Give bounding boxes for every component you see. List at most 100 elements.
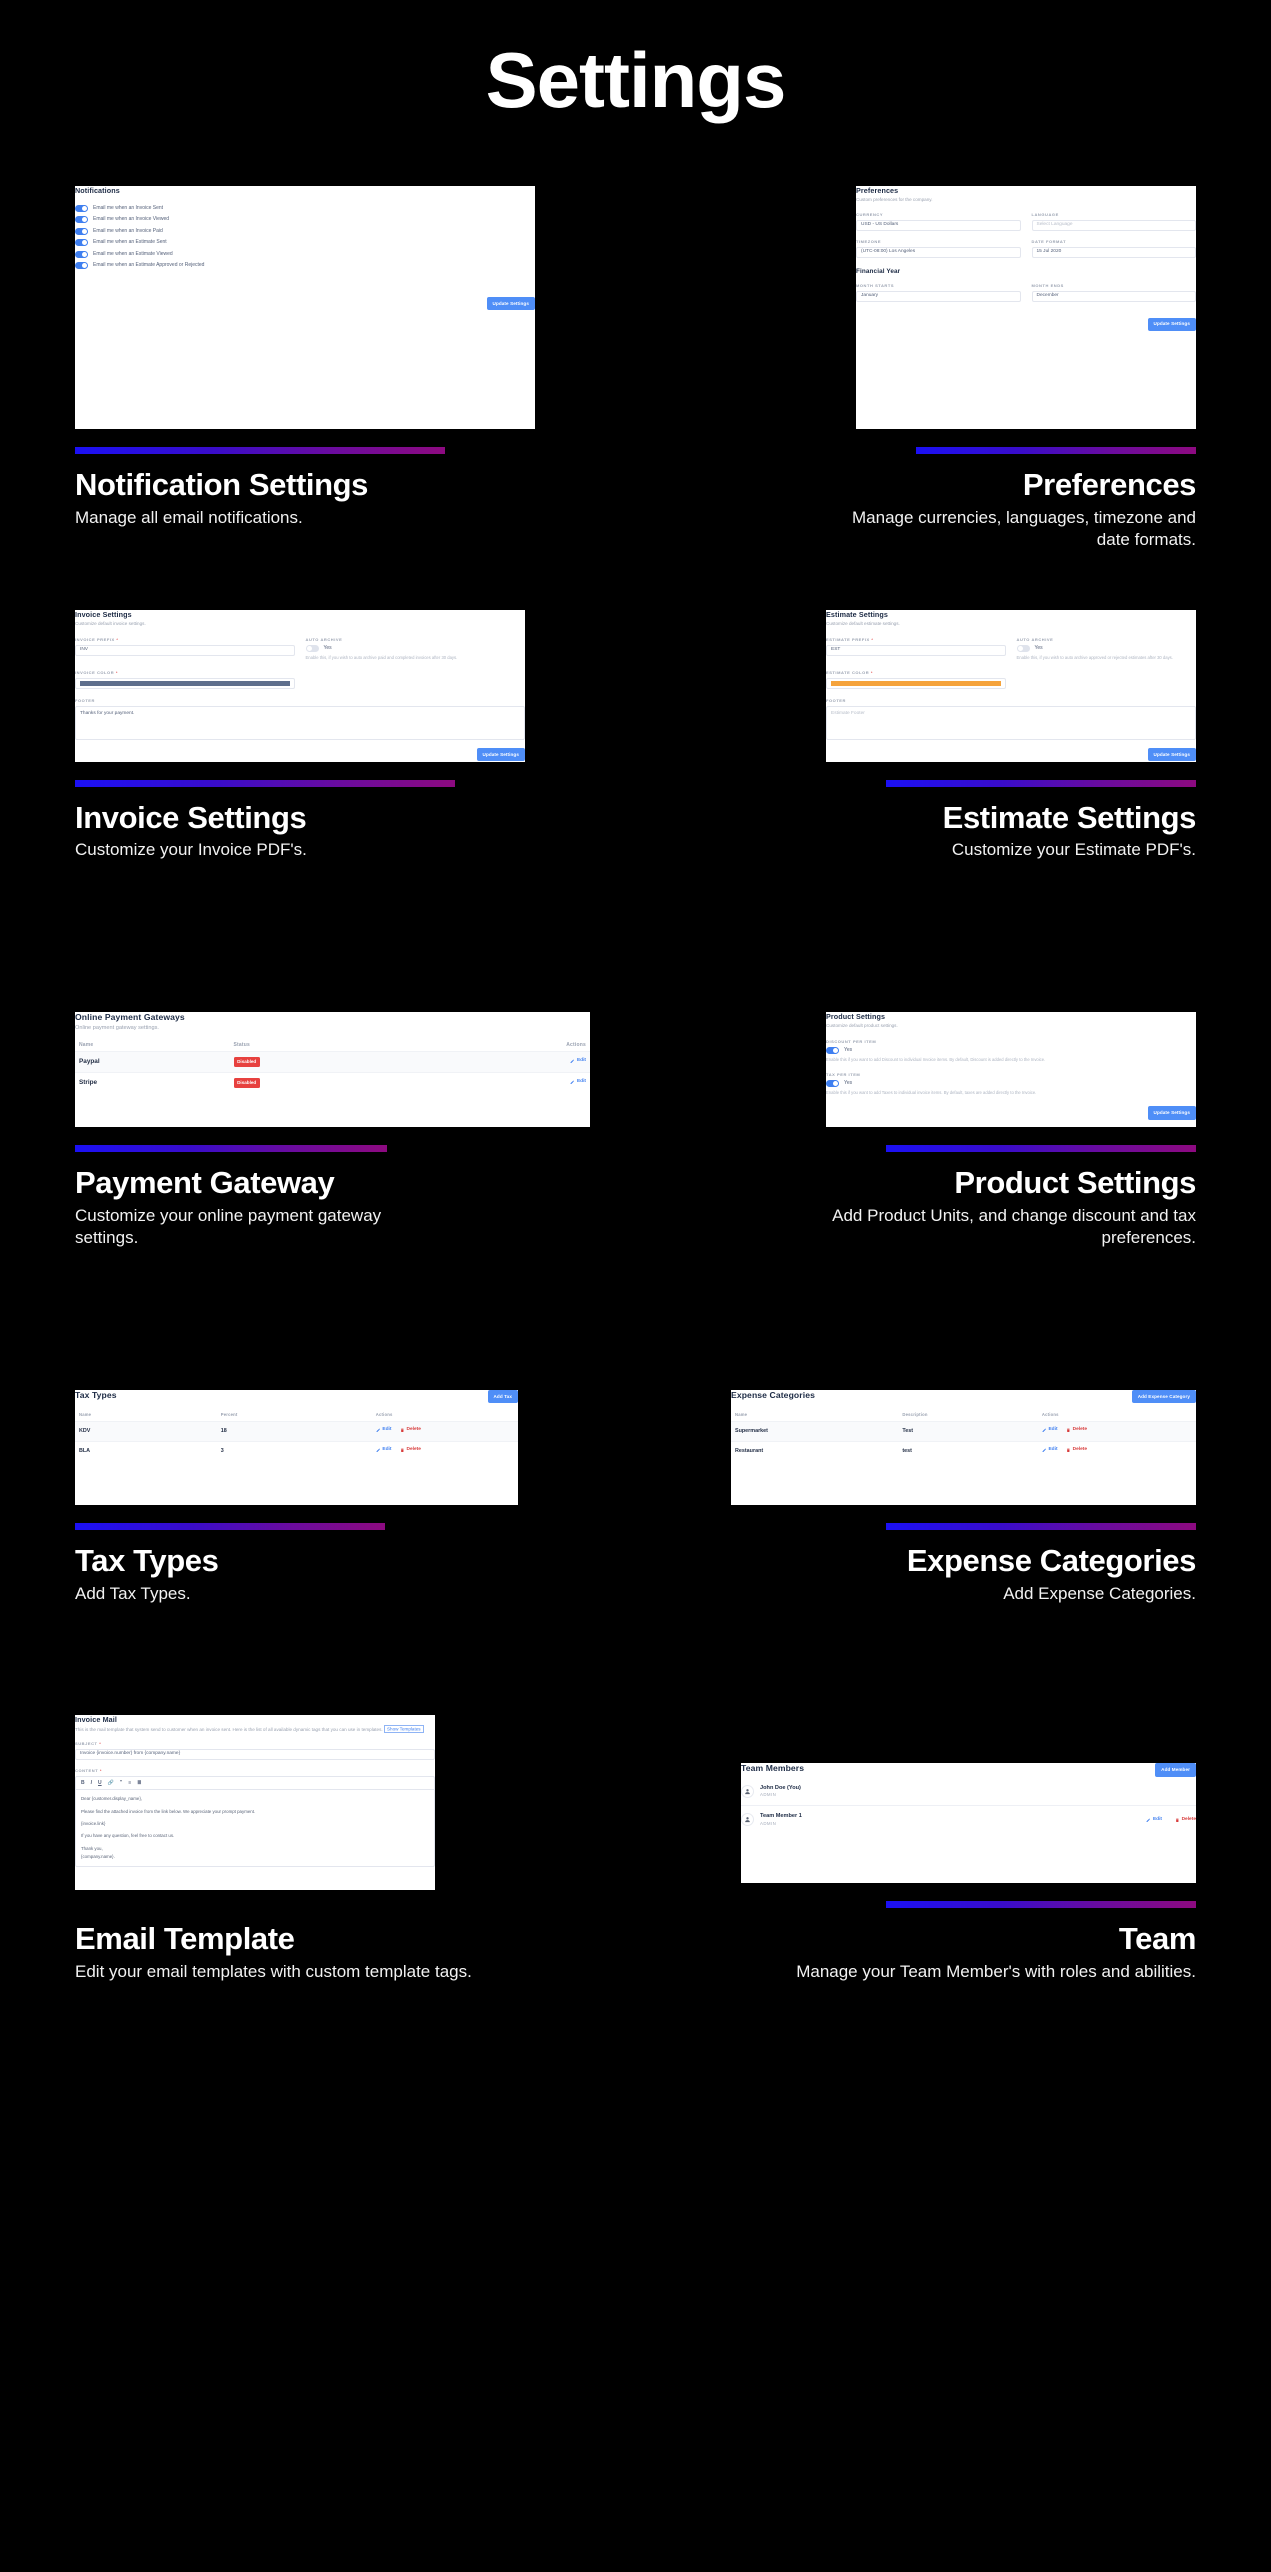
delete-action[interactable]: Delete — [1175, 1817, 1196, 1823]
quote-icon[interactable]: ” — [120, 1780, 123, 1787]
editor-toolbar[interactable]: B I U 🔗 ” ≡ ≣ — [75, 1775, 435, 1790]
delete-action[interactable]: Delete — [1066, 1447, 1087, 1453]
expense-categories-screenshot: Expense Categories Add Expense Category … — [731, 1390, 1196, 1505]
invoice-prefix-input[interactable]: INV — [75, 645, 295, 657]
section-description: Add Expense Categories. — [1003, 1583, 1196, 1603]
member-role: ADMIN — [760, 1792, 777, 1798]
ordered-list-icon[interactable]: ≡ — [128, 1780, 131, 1787]
update-settings-button[interactable]: Update Settings — [486, 297, 535, 311]
accent-bar — [886, 1523, 1196, 1530]
underline-icon[interactable]: U — [98, 1780, 102, 1787]
section-product-settings: Product Settings Customize default produ… — [678, 1012, 1196, 1250]
notification-toggle-row[interactable]: Email me when an Invoice Paid — [75, 227, 535, 235]
tax-percent: 3 — [216, 1440, 372, 1461]
toggle-switch[interactable] — [75, 239, 88, 247]
accent-bar — [75, 779, 455, 787]
section-expense-categories: Expense Categories Add Expense Category … — [678, 1390, 1196, 1605]
notification-toggle-row[interactable]: Email me when an Estimate Sent — [75, 239, 535, 247]
bold-icon[interactable]: B — [81, 1780, 85, 1787]
link-icon[interactable]: 🔗 — [108, 1780, 114, 1787]
category-name: Restaurant — [731, 1440, 899, 1461]
estimate-prefix-input[interactable]: EST — [826, 645, 1006, 657]
invoice-settings-screenshot: Invoice Settings Customize default invoi… — [75, 609, 525, 762]
timezone-label: TIMEZONE — [856, 239, 882, 245]
edit-action[interactable]: Edit — [570, 1079, 586, 1085]
footer-textarea[interactable]: Thanks for your payment. — [75, 705, 525, 740]
add-member-button[interactable]: Add Member — [1155, 1763, 1196, 1777]
member-role: ADMIN — [760, 1820, 777, 1826]
card-title: Tax Types — [75, 1390, 117, 1400]
edit-action[interactable]: Edit — [570, 1058, 586, 1064]
update-settings-button[interactable]: Update Settings — [1147, 747, 1196, 762]
edit-action[interactable]: Edit — [1146, 1817, 1162, 1823]
timezone-select[interactable]: (UTC-08:00) Los Angeles — [856, 246, 1021, 258]
tax-per-item-toggle[interactable] — [826, 1080, 839, 1088]
status-badge: Disabled — [233, 1078, 260, 1089]
month-starts-select[interactable]: January — [856, 290, 1021, 302]
notification-toggle-row[interactable]: Email me when an Invoice Sent — [75, 204, 535, 212]
financial-year-title: Financial Year — [856, 267, 901, 275]
pencil-icon — [1042, 1428, 1046, 1433]
column-header-description: Description — [902, 1412, 928, 1418]
page-title: Settings — [485, 36, 787, 124]
add-tax-button[interactable]: Add Tax — [487, 1390, 518, 1404]
pencil-icon — [1042, 1448, 1046, 1452]
product-settings-screenshot: Product Settings Customize default produ… — [826, 1012, 1196, 1128]
section-preferences: Preferences Custom preferences for the c… — [678, 185, 1196, 552]
discount-per-item-toggle[interactable] — [826, 1047, 839, 1055]
team-member-row: John Doe (You) ADMIN — [741, 1785, 1196, 1805]
toggle-switch[interactable] — [75, 216, 88, 224]
gateway-name: Paypal — [75, 1051, 230, 1073]
email-body-editor[interactable]: Dear {customer.display_name}, Please fin… — [75, 1789, 435, 1868]
card-subtitle: Customize default invoice settings. — [75, 620, 146, 626]
section-caption: Preferences Manage currencies, languages… — [816, 467, 1196, 552]
tax-per-item-help: Enable this if you want to add Taxes to … — [826, 1090, 1037, 1096]
card-title: Preferences — [856, 185, 899, 195]
currency-select[interactable]: USD - US Dollars — [856, 220, 1021, 232]
avatar — [741, 1813, 754, 1827]
auto-archive-toggle[interactable] — [305, 645, 319, 653]
pencil-icon — [570, 1059, 575, 1063]
footer-textarea[interactable]: Estimate Footer — [826, 705, 1196, 740]
auto-archive-help: Enable this, if you wish to auto archive… — [305, 655, 458, 661]
section-caption: Team Manage your Team Member's with role… — [796, 1922, 1196, 1983]
show-templates-link[interactable]: Show Templates — [383, 1725, 424, 1734]
section-caption: Email Template Edit your email templates… — [75, 1922, 472, 1983]
month-ends-select[interactable]: December — [1031, 290, 1196, 302]
update-settings-button[interactable]: Update Settings — [1147, 1106, 1196, 1120]
accent-bar — [916, 446, 1196, 454]
edit-action[interactable]: Edit — [1042, 1447, 1058, 1453]
notification-toggle-row[interactable]: Email me when an Estimate Viewed — [75, 250, 535, 258]
invoice-color-label: INVOICE COLOR * — [75, 670, 118, 676]
color-swatch — [80, 681, 290, 687]
card-subtitle: Customize default estimate settings. — [826, 620, 900, 626]
edit-action[interactable]: Edit — [1042, 1427, 1058, 1433]
language-select[interactable]: Select Language — [1031, 220, 1196, 232]
currency-label: CURRENCY — [856, 212, 884, 218]
toggle-switch[interactable] — [75, 227, 88, 235]
auto-archive-toggle[interactable] — [1016, 645, 1030, 653]
invoice-color-picker[interactable] — [75, 678, 295, 690]
notification-toggle-row[interactable]: Email me when an Invoice Viewed — [75, 216, 535, 224]
italic-icon[interactable]: I — [91, 1780, 92, 1787]
estimate-color-picker[interactable] — [826, 678, 1006, 690]
toggle-label: Email me when an Invoice Sent — [93, 204, 164, 211]
edit-action[interactable]: Edit — [376, 1427, 391, 1433]
date-format-select[interactable]: 15 Jul 2020 — [1031, 246, 1196, 258]
toggle-switch[interactable] — [75, 262, 88, 270]
delete-action[interactable]: Delete — [400, 1427, 421, 1433]
toggle-switch[interactable] — [75, 250, 88, 258]
add-expense-category-button[interactable]: Add Expense Category — [1131, 1390, 1196, 1404]
edit-action[interactable]: Edit — [376, 1447, 391, 1453]
subject-input[interactable]: Invoice {invoice.number} from {company.n… — [75, 1748, 435, 1760]
update-settings-button[interactable]: Update Settings — [476, 747, 525, 762]
email-template-screenshot: Invoice Mail This is the mail template t… — [75, 1715, 435, 1891]
bullet-list-icon[interactable]: ≣ — [137, 1780, 141, 1787]
month-starts-label: MONTH STARTS — [856, 282, 895, 288]
delete-action[interactable]: Delete — [400, 1447, 421, 1453]
delete-action[interactable]: Delete — [1066, 1427, 1087, 1433]
update-settings-button[interactable]: Update Settings — [1147, 317, 1196, 331]
notification-toggle-row[interactable]: Email me when an Estimate Approved or Re… — [75, 262, 535, 270]
toggle-switch[interactable] — [75, 204, 88, 212]
column-header-actions: Actions — [566, 1041, 586, 1048]
